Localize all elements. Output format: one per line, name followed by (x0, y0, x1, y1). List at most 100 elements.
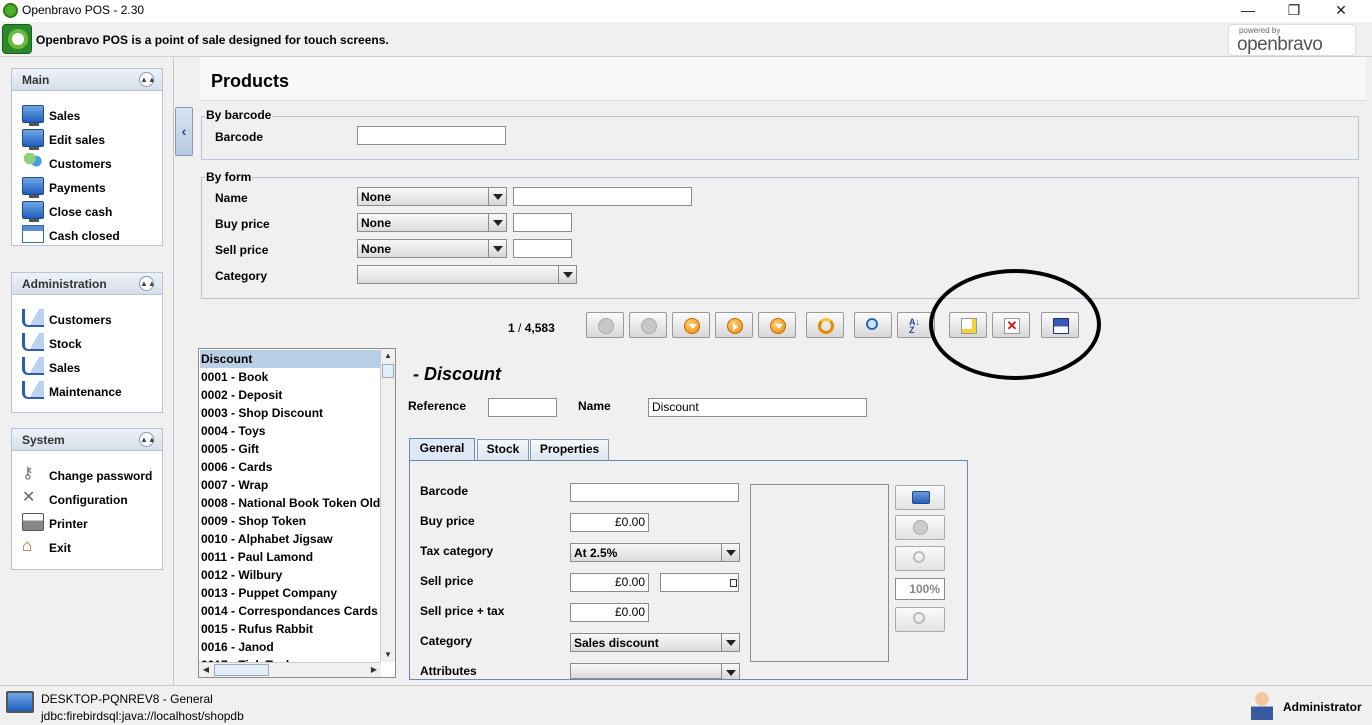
last-record-button[interactable] (758, 312, 796, 338)
chevron-down-icon[interactable] (488, 188, 506, 205)
product-list[interactable]: Discount 0001 - Book 0002 - Deposit 0003 - … (198, 348, 396, 678)
sidebar-item-admin-customers[interactable]: Customers (22, 309, 160, 329)
keys-icon: ⚷ (22, 465, 34, 482)
record-counter: 1 / 4,583 (508, 321, 555, 335)
name-filter-input[interactable] (513, 187, 692, 206)
tax-category-select[interactable]: At 2.5% (570, 543, 740, 562)
sell-price-filter-input[interactable] (513, 239, 572, 258)
list-item[interactable]: 0001 - Book (200, 368, 381, 386)
menu-panel-header[interactable]: Main ▲▲ (12, 69, 162, 91)
previous-record-button[interactable] (629, 312, 667, 338)
horizontal-scrollbar[interactable]: ◀ ▶ (199, 662, 381, 677)
sell-price-operator-select[interactable]: None (357, 239, 507, 258)
list-item[interactable]: 0002 - Deposit (200, 386, 381, 404)
scroll-right-icon[interactable]: ▶ (367, 663, 381, 677)
list-item[interactable]: 0006 - Cards (200, 458, 381, 476)
margin-input[interactable] (660, 573, 739, 592)
sidebar-item-close-cash[interactable]: Close cash (22, 201, 160, 222)
scroll-down-icon[interactable]: ▼ (381, 648, 395, 662)
sidebar-item-label: Customers (49, 157, 112, 171)
sidebar-item-change-password[interactable]: ⚷ Change password (22, 465, 160, 485)
next-page-button[interactable] (672, 312, 710, 338)
vertical-scrollbar[interactable]: ▲ ▼ (380, 349, 395, 662)
sidebar-item-customers[interactable]: Customers (22, 153, 160, 173)
list-item[interactable]: 0013 - Puppet Company (200, 584, 381, 602)
first-record-button[interactable] (586, 312, 624, 338)
tab-stock[interactable]: Stock (477, 439, 529, 460)
attributes-select[interactable] (570, 663, 740, 679)
zoom-out-button[interactable] (895, 607, 945, 632)
buy-price-operator-select[interactable]: None (357, 213, 507, 232)
tab-general[interactable]: General (409, 438, 475, 460)
product-category-select[interactable]: Sales discount (570, 633, 740, 652)
list-item[interactable]: 0014 - Correspondances Cards (200, 602, 381, 620)
collapse-up-icon[interactable]: ▲▲ (139, 276, 156, 291)
zoom-in-button[interactable] (895, 546, 945, 571)
list-item[interactable]: 0012 - Wilbury (200, 566, 381, 584)
chevron-down-icon[interactable] (488, 240, 506, 257)
sidebar-item-stock[interactable]: Stock (22, 333, 160, 353)
sidebar-item-cash-closed[interactable]: Cash closed (22, 225, 160, 245)
product-buy-price-input[interactable]: £0.00 (570, 513, 649, 532)
name-operator-select[interactable]: None (357, 187, 507, 206)
tab-properties[interactable]: Properties (530, 439, 609, 460)
sidebar-item-label: Stock (49, 337, 82, 351)
next-record-button[interactable] (715, 312, 753, 338)
buy-price-filter-input[interactable] (513, 213, 572, 232)
window-title: Openbravo POS - 2.30 (22, 3, 145, 17)
barcode-search-input[interactable] (357, 126, 506, 145)
collapse-up-icon[interactable]: ▲▲ (139, 72, 156, 87)
list-item[interactable]: 0011 - Paul Lamond (200, 548, 381, 566)
list-item[interactable]: 0010 - Alphabet Jigsaw (200, 530, 381, 548)
menu-panel-header[interactable]: Administration ▲▲ (12, 273, 162, 295)
name-input[interactable]: Discount (648, 398, 867, 417)
chevron-down-icon[interactable] (558, 266, 576, 283)
product-sell-price-input[interactable]: £0.00 (570, 573, 649, 592)
minimize-icon[interactable]: — (1225, 0, 1271, 22)
list-item[interactable]: Discount (200, 350, 381, 368)
reference-input[interactable] (488, 398, 557, 417)
sidebar-item-printer[interactable]: Printer (22, 513, 160, 533)
list-item[interactable]: 0005 - Gift (200, 440, 381, 458)
list-item[interactable]: 0007 - Wrap (200, 476, 381, 494)
collapse-up-icon[interactable]: ▲▲ (139, 432, 156, 447)
chevron-down-icon[interactable] (721, 634, 739, 651)
sidebar-item-admin-sales[interactable]: Sales (22, 357, 160, 377)
search-icon (866, 318, 878, 330)
scroll-up-icon[interactable]: ▲ (381, 349, 395, 363)
scroll-thumb[interactable] (214, 664, 269, 676)
list-item[interactable]: 0016 - Janod (200, 638, 381, 656)
search-button[interactable] (854, 312, 892, 338)
sidebar-item-sales[interactable]: Sales (22, 105, 160, 126)
list-item[interactable]: 0004 - Toys (200, 422, 381, 440)
list-item[interactable]: 0003 - Shop Discount (200, 404, 381, 422)
record-separator: / (518, 321, 522, 335)
monitor-icon (22, 105, 44, 126)
sell-price-tax-input[interactable]: £0.00 (570, 603, 649, 622)
restore-icon[interactable]: ❐ (1271, 0, 1317, 22)
scroll-thumb[interactable] (382, 364, 394, 378)
sidebar-item-edit-sales[interactable]: Edit sales (22, 129, 160, 150)
clear-image-button[interactable] (895, 515, 945, 540)
sidebar-item-label: Edit sales (49, 133, 106, 147)
chevron-down-icon[interactable] (488, 214, 506, 231)
collapse-sidebar-button[interactable]: ‹ (175, 107, 193, 156)
sidebar-item-configuration[interactable]: ✕ Configuration (22, 489, 160, 509)
product-barcode-input[interactable] (570, 483, 739, 502)
sidebar-item-exit[interactable]: ⌂ Exit (22, 537, 160, 557)
category-filter-select[interactable] (357, 265, 577, 284)
close-icon[interactable]: ✕ (1318, 0, 1364, 22)
list-item[interactable]: 0015 - Rufus Rabbit (200, 620, 381, 638)
open-image-button[interactable] (895, 485, 945, 510)
sidebar-item-maintenance[interactable]: Maintenance (22, 381, 160, 401)
status-user: Administrator (1283, 700, 1362, 714)
product-image-box (750, 484, 889, 662)
scroll-left-icon[interactable]: ◀ (199, 663, 213, 677)
menu-panel-header[interactable]: System ▲▲ (12, 429, 162, 451)
list-item[interactable]: 0009 - Shop Token (200, 512, 381, 530)
reload-button[interactable] (806, 312, 844, 338)
chevron-down-icon[interactable] (721, 664, 739, 679)
sidebar-item-payments[interactable]: Payments (22, 177, 160, 198)
chevron-down-icon[interactable] (721, 544, 739, 561)
list-item[interactable]: 0008 - National Book Token Old (200, 494, 381, 512)
